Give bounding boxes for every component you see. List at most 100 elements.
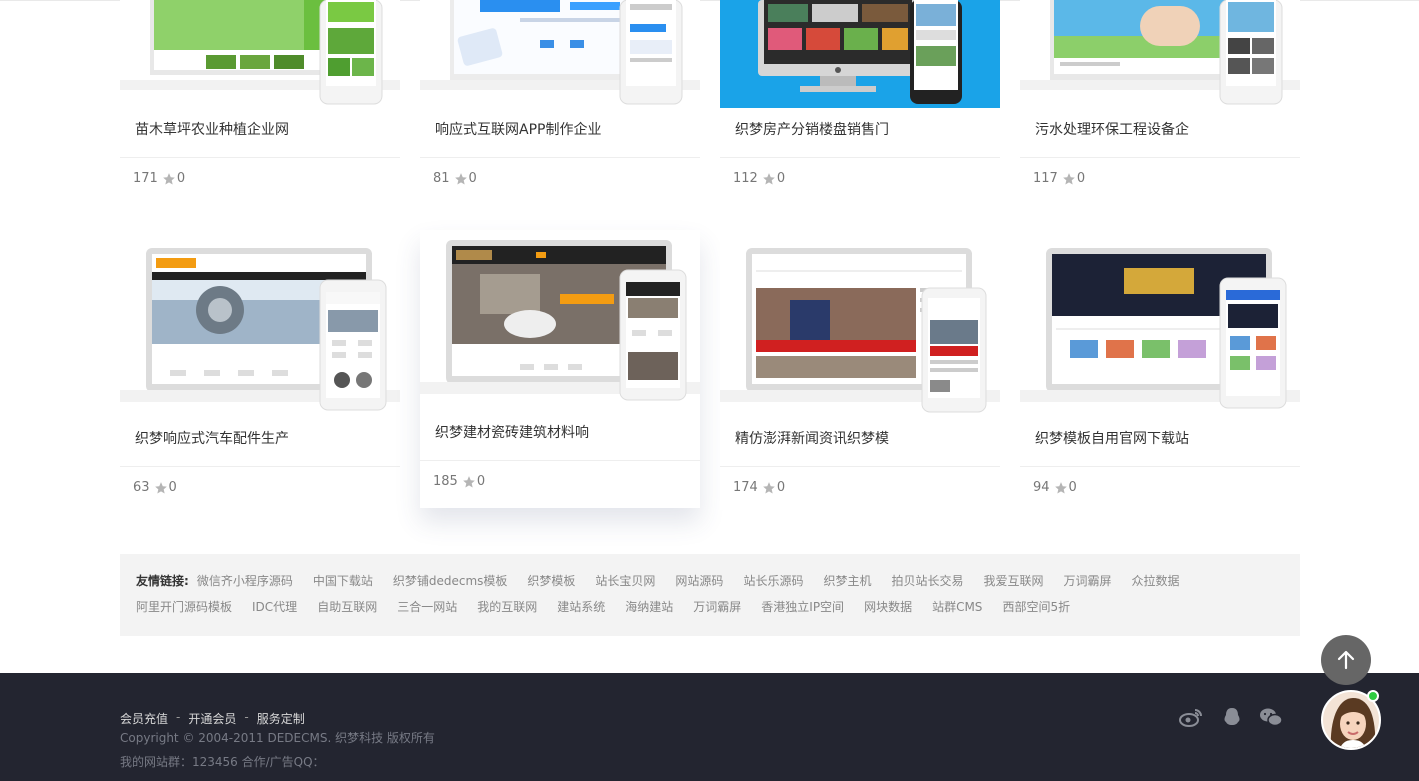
- star-icon[interactable]: [454, 172, 468, 186]
- weibo-icon[interactable]: [1179, 707, 1203, 727]
- template-card[interactable]: 织梦建材瓷砖建筑材料响 185 0: [420, 230, 700, 508]
- template-thumbnail[interactable]: [420, 0, 700, 108]
- template-thumbnail[interactable]: [120, 0, 400, 108]
- friend-link[interactable]: 建站系统: [557, 594, 605, 620]
- template-thumbnail[interactable]: [720, 0, 1000, 108]
- template-title[interactable]: 织梦建材瓷砖建筑材料响: [435, 422, 690, 442]
- template-thumbnail[interactable]: [1020, 240, 1300, 420]
- template-card[interactable]: 精仿澎湃新闻资讯织梦模 174 0: [720, 230, 1000, 510]
- template-title[interactable]: 污水处理环保工程设备企: [1035, 119, 1290, 139]
- card-divider: [120, 157, 400, 158]
- star-icon[interactable]: [1062, 172, 1076, 186]
- friend-link[interactable]: 站长宝贝网: [595, 568, 655, 594]
- view-count: 117: [1033, 171, 1058, 186]
- online-status-indicator: [1367, 690, 1379, 702]
- template-title[interactable]: 响应式互联网APP制作企业: [435, 119, 690, 139]
- qq-icon[interactable]: [1220, 707, 1244, 727]
- friend-links-label: 友情链接:: [136, 574, 189, 588]
- friend-link[interactable]: 拍贝站长交易: [891, 568, 963, 594]
- template-thumbnail[interactable]: [420, 234, 700, 414]
- card-divider: [720, 466, 1000, 467]
- site-footer: 会员充值 - 开通会员 - 服务定制 Copyright © 2004-2011…: [0, 673, 1419, 781]
- view-count: 185: [433, 474, 458, 489]
- friend-link[interactable]: 自助互联网: [317, 594, 377, 620]
- view-count: 63: [133, 480, 150, 495]
- template-thumbnail[interactable]: [720, 240, 1000, 420]
- like-count: 0: [1068, 480, 1077, 495]
- member-recharge-link[interactable]: 会员充值: [120, 710, 168, 727]
- template-thumbnail[interactable]: [120, 240, 400, 420]
- star-icon[interactable]: [762, 172, 776, 186]
- template-title[interactable]: 精仿澎湃新闻资讯织梦模: [735, 428, 990, 448]
- card-divider: [420, 157, 700, 158]
- template-stats: 112 0: [733, 171, 785, 186]
- template-card[interactable]: 响应式互联网APP制作企业 81 0: [420, 0, 700, 200]
- star-icon[interactable]: [762, 481, 776, 495]
- view-count: 171: [133, 171, 158, 186]
- back-to-top-button[interactable]: [1321, 635, 1371, 685]
- friend-link[interactable]: 万词霸屏: [1064, 568, 1112, 594]
- card-divider: [1020, 466, 1300, 467]
- friend-link[interactable]: 众拉数据: [1132, 568, 1180, 594]
- friend-links: 友情链接: 微信齐小程序源码 中国下载站 织梦铺dedecms模板 织梦模板 站…: [120, 554, 1300, 636]
- template-card[interactable]: 苗木草坪农业种植企业网 171 0: [120, 0, 400, 200]
- template-stats: 171 0: [133, 171, 185, 186]
- template-title[interactable]: 织梦模板自用官网下载站: [1035, 428, 1290, 448]
- template-stats: 117 0: [1033, 171, 1085, 186]
- card-divider: [720, 157, 1000, 158]
- footer-nav: 会员充值 - 开通会员 - 服务定制: [120, 710, 305, 727]
- friend-link[interactable]: 织梦主机: [823, 568, 871, 594]
- view-count: 81: [433, 171, 450, 186]
- template-card[interactable]: 污水处理环保工程设备企 117 0: [1020, 0, 1300, 200]
- custom-service-link[interactable]: 服务定制: [257, 710, 305, 727]
- template-card[interactable]: 织梦房产分销楼盘销售门 112 0: [720, 0, 1000, 200]
- template-title[interactable]: 苗木草坪农业种植企业网: [135, 119, 390, 139]
- template-card[interactable]: 织梦模板自用官网下载站 94 0: [1020, 230, 1300, 510]
- like-count: 0: [476, 474, 486, 489]
- star-icon[interactable]: [154, 481, 168, 495]
- footer-nav-separator: -: [176, 710, 181, 724]
- friend-link[interactable]: 网站源码: [675, 568, 723, 594]
- star-icon[interactable]: [162, 172, 176, 186]
- template-thumbnail[interactable]: [1020, 0, 1300, 108]
- footer-nav-separator: -: [244, 710, 249, 724]
- friend-link[interactable]: 香港独立IP空间: [761, 594, 844, 620]
- template-title[interactable]: 织梦房产分销楼盘销售门: [735, 119, 990, 139]
- like-count: 0: [776, 480, 786, 495]
- friend-link[interactable]: 网块数据: [864, 594, 912, 620]
- template-grid: 苗木草坪农业种植企业网 171 0 响应式互联网APP制作企业 81 0 织梦房…: [120, 0, 1300, 540]
- friend-link[interactable]: 微信齐小程序源码: [197, 568, 293, 594]
- card-divider: [1020, 157, 1300, 158]
- like-count: 0: [468, 171, 477, 186]
- template-title[interactable]: 织梦响应式汽车配件生产: [135, 428, 390, 448]
- open-membership-link[interactable]: 开通会员: [188, 710, 236, 727]
- template-stats: 94 0: [1033, 480, 1077, 495]
- star-icon[interactable]: [462, 475, 476, 489]
- like-count: 0: [176, 171, 186, 186]
- view-count: 112: [733, 171, 758, 186]
- star-icon[interactable]: [1054, 481, 1068, 495]
- friend-link[interactable]: 我爱互联网: [983, 568, 1043, 594]
- card-divider: [120, 466, 400, 467]
- arrow-up-icon: [1337, 650, 1355, 670]
- friend-link[interactable]: 三合一网站: [397, 594, 457, 620]
- friend-link[interactable]: 海纳建站: [625, 594, 673, 620]
- template-stats: 81 0: [433, 171, 477, 186]
- view-count: 174: [733, 480, 758, 495]
- wechat-icon[interactable]: [1259, 707, 1283, 727]
- template-card[interactable]: 织梦响应式汽车配件生产 63 0: [120, 230, 400, 510]
- like-count: 0: [1076, 171, 1086, 186]
- friend-link[interactable]: 中国下载站: [313, 568, 373, 594]
- friend-link[interactable]: IDC代理: [252, 594, 297, 620]
- site-group-text: 我的网站群：123456 合作/广告QQ：: [120, 755, 325, 769]
- friend-link[interactable]: 我的互联网: [477, 594, 537, 620]
- friend-link[interactable]: 万词霸屏: [693, 594, 741, 620]
- friend-link[interactable]: 西部空间5折: [1002, 594, 1070, 620]
- friend-link[interactable]: 阿里开门源码模板: [136, 594, 232, 620]
- friend-link[interactable]: 织梦铺dedecms模板: [393, 568, 508, 594]
- template-stats: 185 0: [433, 474, 485, 489]
- card-divider: [420, 460, 700, 461]
- friend-link[interactable]: 织梦模板: [527, 568, 575, 594]
- friend-link[interactable]: 站长乐源码: [743, 568, 803, 594]
- friend-link[interactable]: 站群CMS: [932, 594, 982, 620]
